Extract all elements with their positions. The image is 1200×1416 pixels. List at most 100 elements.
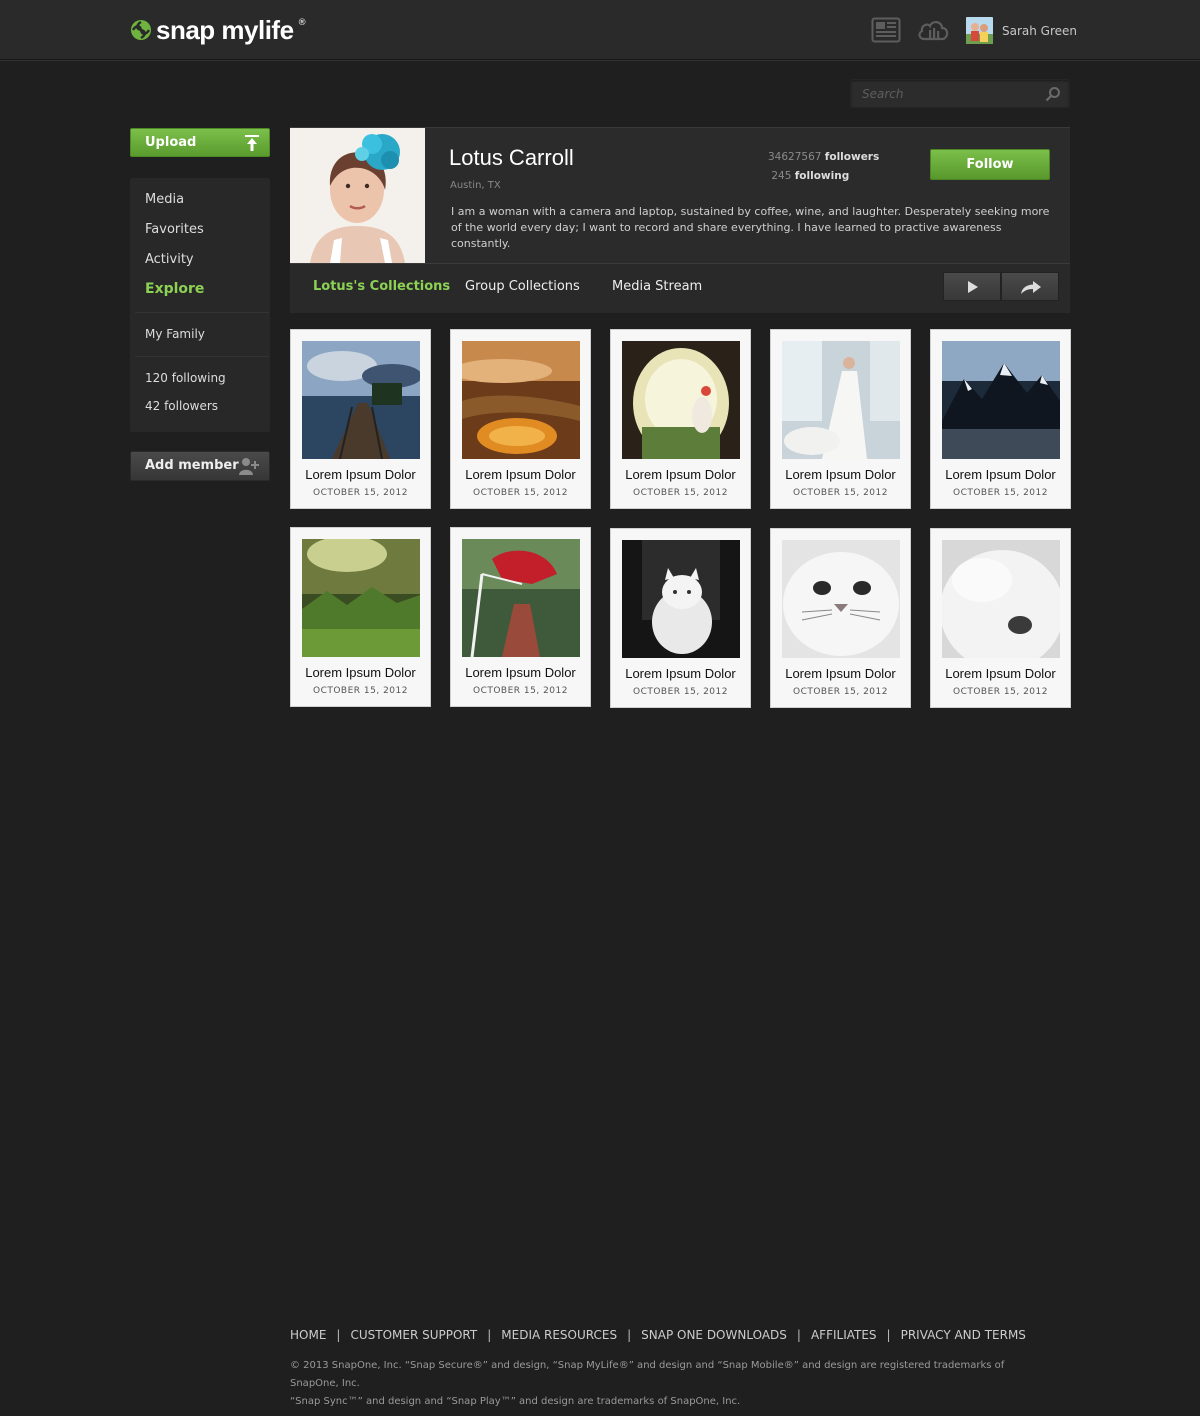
collection-thumbnail bbox=[302, 539, 420, 657]
collection-date: OCTOBER 15, 2012 bbox=[792, 687, 888, 697]
followers-label: followers bbox=[824, 151, 880, 163]
profile-stats: 34627567 followers 245 following bbox=[768, 148, 879, 186]
footer-link-home[interactable]: HOME bbox=[290, 1328, 326, 1342]
search-icon[interactable] bbox=[1045, 86, 1061, 102]
sidebar-following-count[interactable]: 120 following bbox=[145, 371, 226, 385]
brand-name: snap mylife bbox=[156, 14, 294, 45]
copyright-line-2: “Snap Sync™” and design and “Snap Play™”… bbox=[290, 1396, 741, 1407]
collection-card[interactable]: Lorem Ipsum Dolor OCTOBER 15, 2012 bbox=[610, 528, 751, 708]
copyright-line-1: © 2013 SnapOne, Inc. “Snap Secure®” and … bbox=[290, 1360, 1005, 1389]
sidebar-item-media[interactable]: Media bbox=[145, 192, 184, 207]
collection-card[interactable]: Lorem Ipsum Dolor OCTOBER 15, 2012 bbox=[290, 527, 431, 707]
collection-title: Lorem Ipsum Dolor bbox=[465, 467, 576, 482]
user-menu[interactable]: Sarah Green bbox=[966, 17, 1077, 44]
sidebar-item-activity[interactable]: Activity bbox=[145, 252, 194, 267]
profile-bio: I am a woman with a camera and laptop, s… bbox=[451, 205, 1050, 250]
footer-link-downloads[interactable]: SNAP ONE DOWNLOADS bbox=[641, 1328, 787, 1342]
footer-link-media-resources[interactable]: MEDIA RESOURCES bbox=[501, 1328, 617, 1342]
collection-card[interactable]: Lorem Ipsum Dolor OCTOBER 15, 2012 bbox=[930, 329, 1071, 509]
footer-link-privacy[interactable]: PRIVACY AND TERMS bbox=[901, 1328, 1026, 1342]
collection-image bbox=[462, 539, 580, 657]
share-icon bbox=[1021, 281, 1041, 294]
follow-button[interactable]: Follow bbox=[930, 149, 1050, 180]
collection-date: OCTOBER 15, 2012 bbox=[952, 687, 1048, 697]
collection-card[interactable]: Lorem Ipsum Dolor OCTOBER 15, 2012 bbox=[610, 329, 751, 509]
avatar-image-icon bbox=[966, 17, 993, 44]
tab-media-stream[interactable]: Media Stream bbox=[612, 279, 702, 294]
play-button[interactable] bbox=[943, 272, 1001, 301]
footer-links: HOME | CUSTOMER SUPPORT | MEDIA RESOURCES |… bbox=[290, 1328, 1026, 1342]
play-icon bbox=[968, 281, 978, 293]
collection-card[interactable]: Lorem Ipsum Dolor OCTOBER 15, 2012 bbox=[770, 329, 911, 509]
profile-name: Lotus Carroll bbox=[449, 145, 574, 170]
collection-thumbnail bbox=[782, 341, 900, 459]
collection-title: Lorem Ipsum Dolor bbox=[785, 666, 896, 681]
cloud-icon[interactable] bbox=[916, 16, 950, 44]
sidebar-item-my-family[interactable]: My Family bbox=[145, 327, 205, 341]
news-icon[interactable] bbox=[871, 16, 901, 44]
collection-title: Lorem Ipsum Dolor bbox=[945, 467, 1056, 482]
top-bar: snap mylife ® Sarah Green bbox=[0, 0, 1200, 60]
collection-title: Lorem Ipsum Dolor bbox=[785, 467, 896, 482]
collection-image bbox=[942, 540, 1060, 658]
collection-title: Lorem Ipsum Dolor bbox=[465, 665, 576, 680]
sidebar-divider bbox=[135, 312, 269, 313]
collection-date: OCTOBER 15, 2012 bbox=[792, 488, 888, 498]
collection-thumbnail bbox=[302, 341, 420, 459]
footer-link-affiliates[interactable]: AFFILIATES bbox=[811, 1328, 877, 1342]
collection-date: OCTOBER 15, 2012 bbox=[472, 686, 568, 696]
add-member-label: Add member bbox=[145, 458, 239, 473]
share-button[interactable] bbox=[1001, 272, 1059, 301]
following-count: 245 bbox=[771, 170, 792, 182]
logo-mark-icon bbox=[131, 20, 151, 40]
collection-image bbox=[782, 540, 900, 658]
logo[interactable]: snap mylife ® bbox=[130, 14, 307, 46]
collection-title: Lorem Ipsum Dolor bbox=[945, 666, 1056, 681]
add-member-button[interactable]: Add member bbox=[130, 451, 270, 481]
collection-title: Lorem Ipsum Dolor bbox=[625, 467, 736, 482]
tab-my-collections[interactable]: Lotus's Collections bbox=[313, 279, 450, 294]
collection-date: OCTOBER 15, 2012 bbox=[312, 686, 408, 696]
collection-thumbnail bbox=[942, 341, 1060, 459]
search-box bbox=[850, 79, 1070, 108]
avatar bbox=[966, 17, 993, 44]
profile-photo bbox=[290, 128, 425, 263]
collection-date: OCTOBER 15, 2012 bbox=[632, 488, 728, 498]
profile-location: Austin, TX bbox=[450, 180, 501, 191]
collection-date: OCTOBER 15, 2012 bbox=[952, 488, 1048, 498]
upload-button[interactable]: Upload bbox=[130, 128, 270, 157]
collection-card[interactable]: Lorem Ipsum Dolor OCTOBER 15, 2012 bbox=[290, 329, 431, 509]
collection-thumbnail bbox=[622, 540, 740, 658]
search-input[interactable] bbox=[851, 80, 1041, 107]
footer-link-customer-support[interactable]: CUSTOMER SUPPORT bbox=[350, 1328, 477, 1342]
profile-photo-image bbox=[290, 128, 425, 263]
following-label: following bbox=[794, 170, 850, 182]
add-user-icon bbox=[239, 458, 259, 475]
followers-count: 34627567 bbox=[768, 151, 822, 163]
upload-icon bbox=[245, 135, 259, 151]
collection-card[interactable]: Lorem Ipsum Dolor OCTOBER 15, 2012 bbox=[930, 528, 1071, 708]
brand-registered-mark: ® bbox=[297, 18, 307, 28]
collection-thumbnail bbox=[782, 540, 900, 658]
sidebar-item-favorites[interactable]: Favorites bbox=[145, 222, 204, 237]
copyright: © 2013 SnapOne, Inc. “Snap Secure®” and … bbox=[290, 1357, 1030, 1411]
collection-thumbnail bbox=[622, 341, 740, 459]
sidebar-divider bbox=[135, 356, 269, 357]
collection-title: Lorem Ipsum Dolor bbox=[305, 665, 416, 680]
user-name: Sarah Green bbox=[1002, 23, 1078, 38]
collection-card[interactable]: Lorem Ipsum Dolor OCTOBER 15, 2012 bbox=[450, 329, 591, 509]
collection-date: OCTOBER 15, 2012 bbox=[312, 488, 408, 498]
collection-thumbnail bbox=[942, 540, 1060, 658]
collection-date: OCTOBER 15, 2012 bbox=[472, 488, 568, 498]
tab-group-collections[interactable]: Group Collections bbox=[465, 279, 580, 294]
collection-image bbox=[782, 341, 900, 459]
collection-card[interactable]: Lorem Ipsum Dolor OCTOBER 15, 2012 bbox=[770, 528, 911, 708]
collection-image bbox=[622, 540, 740, 658]
collection-thumbnail bbox=[462, 539, 580, 657]
sidebar-item-explore[interactable]: Explore bbox=[145, 281, 204, 297]
sidebar-followers-count[interactable]: 42 followers bbox=[145, 399, 218, 413]
collection-image bbox=[302, 341, 420, 459]
collection-card[interactable]: Lorem Ipsum Dolor OCTOBER 15, 2012 bbox=[450, 527, 591, 707]
collection-image bbox=[622, 341, 740, 459]
collection-image bbox=[462, 341, 580, 459]
